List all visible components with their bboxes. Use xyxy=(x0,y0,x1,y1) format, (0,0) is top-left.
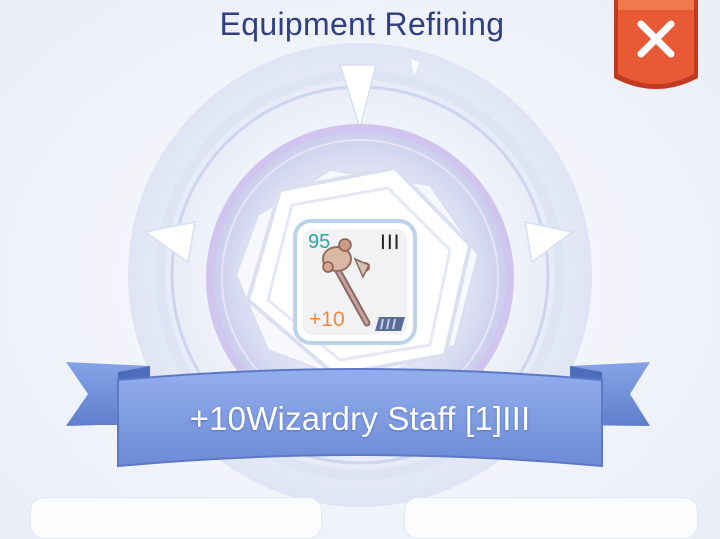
close-button[interactable] xyxy=(612,0,704,92)
grade-stripe xyxy=(375,317,405,331)
item-level: 95 xyxy=(308,231,331,253)
close-x-icon[interactable] xyxy=(612,0,704,92)
item-name: +10Wizardry Staff [1]III xyxy=(189,400,531,437)
item-card-slots: III xyxy=(380,231,401,254)
equipment-slot[interactable]: 95 III +10 xyxy=(293,219,417,345)
bottom-panel-left xyxy=(30,497,322,539)
item-refine-level: +10 xyxy=(309,308,345,331)
bottom-panel-right xyxy=(404,497,698,539)
